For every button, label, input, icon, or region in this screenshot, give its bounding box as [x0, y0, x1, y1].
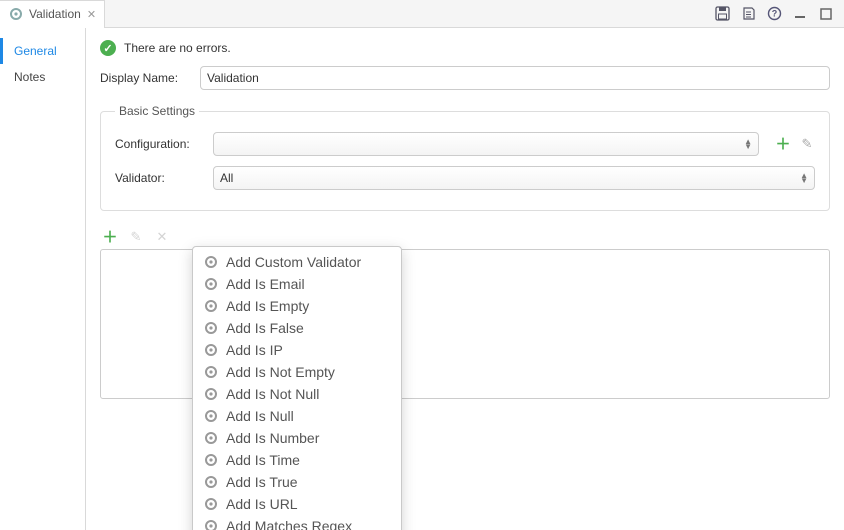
display-name-input[interactable]: [200, 66, 830, 90]
tab-validation[interactable]: Validation ✕: [0, 0, 105, 28]
validator-row: Validator: All ▲▼: [115, 166, 815, 190]
list-toolbar: ＋ ✎ ✕: [100, 229, 830, 245]
component-icon: [203, 453, 218, 468]
component-icon: [203, 365, 218, 380]
menu-item[interactable]: Add Is True: [193, 471, 401, 493]
add-icon[interactable]: ＋: [775, 136, 791, 152]
maximize-icon[interactable]: [818, 6, 834, 22]
add-validator-button[interactable]: ＋: [102, 229, 118, 245]
menu-item[interactable]: Add Is IP: [193, 339, 401, 361]
menu-item-label: Add Is Email: [226, 276, 305, 292]
menu-item[interactable]: Add Matches Regex: [193, 515, 401, 530]
sidebar: General Notes: [0, 28, 86, 530]
status-message: There are no errors.: [124, 41, 231, 55]
component-icon: [203, 255, 218, 270]
component-icon: [203, 387, 218, 402]
menu-item[interactable]: Add Is Time: [193, 449, 401, 471]
component-icon: [203, 431, 218, 446]
help-icon[interactable]: ?: [766, 6, 782, 22]
checklist-icon[interactable]: [740, 6, 756, 22]
main-panel: ✓ There are no errors. Display Name: Bas…: [86, 28, 844, 530]
chevron-updown-icon: ▲▼: [744, 139, 752, 149]
tab-title: Validation: [29, 7, 81, 21]
menu-item[interactable]: Add Custom Validator: [193, 251, 401, 273]
menu-item-label: Add Matches Regex: [226, 518, 352, 530]
menu-item-label: Add Is Null: [226, 408, 294, 424]
menu-item[interactable]: Add Is False: [193, 317, 401, 339]
component-icon: [8, 7, 23, 22]
menu-item-label: Add Is Empty: [226, 298, 309, 314]
menu-item-label: Add Is True: [226, 474, 298, 490]
menu-item[interactable]: Add Is Not Null: [193, 383, 401, 405]
menu-item[interactable]: Add Is Number: [193, 427, 401, 449]
validator-value: All: [220, 171, 233, 185]
menu-item-label: Add Is IP: [226, 342, 283, 358]
svg-text:?: ?: [771, 9, 777, 19]
menu-item-label: Add Is Time: [226, 452, 300, 468]
menu-item-label: Add Is Number: [226, 430, 319, 446]
sidebar-item-general[interactable]: General: [0, 38, 85, 64]
menu-item-label: Add Is Not Empty: [226, 364, 335, 380]
basic-settings: Basic Settings Configuration: ▲▼ ＋ ✎ Val…: [100, 104, 830, 211]
menu-item[interactable]: Add Is Not Empty: [193, 361, 401, 383]
component-icon: [203, 299, 218, 314]
menu-item[interactable]: Add Is URL: [193, 493, 401, 515]
configuration-label: Configuration:: [115, 137, 203, 151]
edit-icon[interactable]: ✎: [799, 136, 815, 152]
component-icon: [203, 475, 218, 490]
menu-item-label: Add Custom Validator: [226, 254, 361, 270]
display-name-label: Display Name:: [100, 71, 190, 85]
sidebar-item-label: General: [14, 44, 57, 58]
toolbar-right: ?: [714, 6, 844, 22]
validator-select[interactable]: All ▲▼: [213, 166, 815, 190]
validator-label: Validator:: [115, 171, 203, 185]
component-icon: [203, 519, 218, 530]
save-icon[interactable]: [714, 6, 730, 22]
sidebar-item-notes[interactable]: Notes: [0, 64, 85, 90]
component-icon: [203, 321, 218, 336]
add-validator-menu: Add Custom Validator Add Is Email Add Is E…: [192, 246, 402, 530]
delete-validator-button[interactable]: ✕: [154, 229, 170, 245]
configuration-row: Configuration: ▲▼ ＋ ✎: [115, 132, 815, 156]
component-icon: [203, 409, 218, 424]
chevron-updown-icon: ▲▼: [800, 173, 808, 183]
sidebar-item-label: Notes: [14, 70, 45, 84]
menu-item[interactable]: Add Is Null: [193, 405, 401, 427]
menu-item[interactable]: Add Is Empty: [193, 295, 401, 317]
edit-validator-button[interactable]: ✎: [128, 229, 144, 245]
close-icon[interactable]: ✕: [87, 8, 96, 21]
ok-icon: ✓: [100, 40, 116, 56]
display-name-row: Display Name:: [100, 66, 830, 90]
topbar: Validation ✕ ?: [0, 0, 844, 28]
component-icon: [203, 343, 218, 358]
basic-settings-legend: Basic Settings: [115, 104, 199, 118]
component-icon: [203, 497, 218, 512]
menu-item-label: Add Is False: [226, 320, 304, 336]
minimize-icon[interactable]: [792, 6, 808, 22]
menu-item[interactable]: Add Is Email: [193, 273, 401, 295]
configuration-select[interactable]: ▲▼: [213, 132, 759, 156]
menu-item-label: Add Is Not Null: [226, 386, 319, 402]
status-row: ✓ There are no errors.: [100, 36, 830, 66]
component-icon: [203, 277, 218, 292]
menu-item-label: Add Is URL: [226, 496, 298, 512]
